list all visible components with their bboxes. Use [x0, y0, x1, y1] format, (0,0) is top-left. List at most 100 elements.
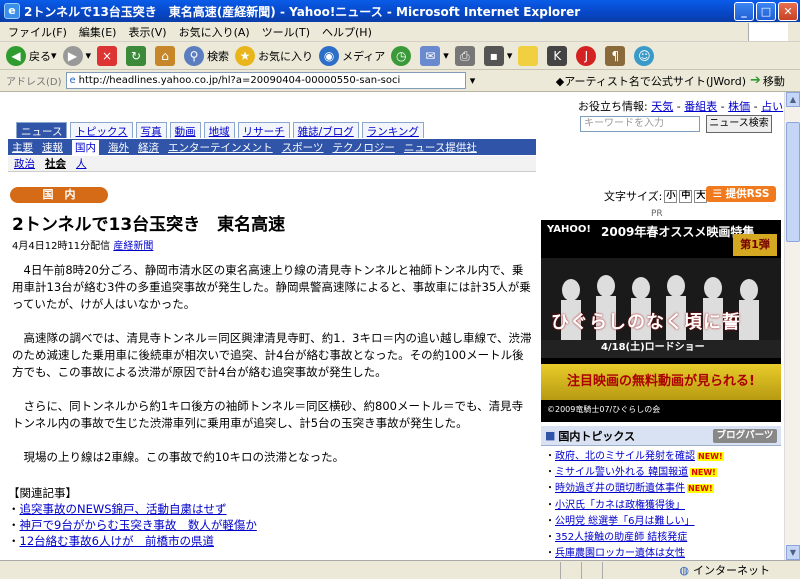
list-item: ・時効過ぎ井の頭切断遺体事件 NEW! — [545, 483, 714, 495]
font-small-button[interactable]: 小 — [664, 189, 678, 203]
messenger-button[interactable]: ☺ — [634, 45, 657, 66]
nav-world[interactable]: 海外 — [108, 140, 129, 155]
history-button[interactable]: ◷ — [391, 45, 414, 66]
menu-file[interactable]: ファイル(F) — [8, 24, 67, 40]
menu-help[interactable]: ヘルプ(H) — [322, 24, 372, 40]
stock-link[interactable]: 株価 — [728, 100, 750, 113]
tab-photo[interactable]: 写真 — [135, 122, 167, 138]
movie-ad-banner[interactable]: YAHOO! 2009年春オススメ映画特集 第1弾 ひぐらしのなく頃に誓 4/1… — [541, 220, 781, 422]
refresh-button[interactable]: ↻ — [126, 45, 149, 66]
source-link[interactable]: 産経新聞 — [113, 241, 153, 252]
subnav-politics[interactable]: 政治 — [14, 156, 35, 171]
tab-topics[interactable]: トピックス — [70, 122, 133, 138]
related-link[interactable]: 追突事故のNEWS錦戸、活動自粛はせず — [20, 502, 227, 516]
topics-header: ■ 国内トピックス ブログパーツ — [541, 426, 781, 446]
topic-link[interactable]: 352人接触の助産師 結核発症 — [555, 532, 687, 543]
nav-providers[interactable]: ニュース提供社 — [404, 140, 477, 155]
maximize-button[interactable]: □ — [756, 1, 776, 21]
weather-link[interactable]: 天気 — [651, 100, 673, 113]
fortune-link[interactable]: 占い — [761, 100, 783, 113]
page-icon: e — [69, 75, 76, 86]
tab-magazine-blog[interactable]: 雑誌/ブログ — [292, 122, 359, 138]
print-button[interactable]: ⎙ — [454, 45, 478, 66]
j-button[interactable]: J — [576, 45, 599, 66]
home-button[interactable]: ⌂ — [155, 45, 178, 66]
address-input[interactable]: e http://headlines.yahoo.co.jp/hl?a=2009… — [65, 72, 466, 89]
nav-entertainment[interactable]: エンターテインメント — [168, 140, 273, 155]
refresh-icon: ↻ — [126, 45, 147, 66]
news-search-input[interactable]: キーワードを入力 — [580, 116, 700, 132]
nav-domestic[interactable]: 国内 — [72, 139, 99, 155]
forward-button[interactable]: ▶ ▾ — [62, 45, 91, 66]
related-link[interactable]: 神戸で9台がからむ玉突き事故 数人が軽傷か — [20, 518, 257, 532]
scroll-down-icon[interactable]: ▼ — [786, 545, 800, 560]
toolbar: ◀ 戻る ▾ ▶ ▾ × ↻ ⌂ ⚲ 検索 ★ お気に入り ◉ メディア ◷ ✉… — [0, 42, 800, 70]
topic-link[interactable]: ミサイル警い外れる 韓国報道 — [555, 467, 688, 478]
media-button[interactable]: ◉ メディア — [319, 45, 385, 66]
list-item: ・小沢氏「カネは政権獲得後」 — [545, 499, 685, 511]
back-button[interactable]: ◀ 戻る ▾ — [6, 45, 57, 66]
helper-links: お役立ち情報: 天気 - 番組表 - 株価 - 占い — [578, 100, 784, 113]
address-dropdown-icon[interactable]: ▾ — [466, 74, 480, 87]
topics-list: ・政府、北のミサイル発射を確認 NEW! ・ミサイル警い外れる 韓国報道 NEW! … — [541, 446, 781, 560]
release-date: 4/18(土)ロードショー — [601, 342, 705, 353]
square-icon: ■ — [545, 429, 556, 442]
jword-search[interactable]: ◆アーティスト名で公式サイト(JWord) — [556, 73, 746, 89]
subnav-society[interactable]: 社会 — [45, 156, 66, 171]
window-title: 2トンネルで13台玉突き 東名高速(産経新聞) - Yahoo!ニュース - M… — [24, 4, 581, 19]
related-articles: 【関連記事】 ・追突事故のNEWS錦戸、活動自粛はせず ・神戸で9台がからむ玉突… — [8, 486, 257, 548]
search-button[interactable]: ⚲ 検索 — [184, 45, 229, 66]
related-link[interactable]: 12台絡む事故6人けが 前橋市の県道 — [20, 534, 214, 548]
article-dateline: 4月4日12時11分配信 産経新聞 — [12, 241, 154, 252]
nav-main[interactable]: 主要 — [12, 140, 33, 155]
note-button[interactable] — [518, 45, 541, 66]
search-icon: ⚲ — [184, 45, 205, 66]
close-button[interactable]: ✕ — [778, 1, 798, 21]
font-medium-button[interactable]: 中 — [679, 189, 693, 203]
list-item: ・兵庫農園ロッカー遺体は女性 — [545, 548, 685, 560]
k-button[interactable]: K — [547, 45, 570, 66]
blog-parts-button[interactable]: ブログパーツ — [713, 428, 777, 443]
topic-link[interactable]: 公明党 総選挙「6月は難しい」 — [555, 516, 695, 527]
go-arrow-icon: ➔ — [750, 73, 761, 88]
topic-link[interactable]: 兵庫農園ロッカー遺体は女性 — [555, 548, 685, 559]
scroll-up-icon[interactable]: ▲ — [786, 92, 800, 107]
ie-window: e 2トンネルで13台玉突き 東名高速(産経新聞) - Yahoo!ニュース -… — [0, 0, 800, 579]
stop-button[interactable]: × — [97, 45, 120, 66]
subnav-people[interactable]: 人 — [76, 156, 87, 171]
menu-edit[interactable]: 編集(E) — [79, 24, 117, 40]
topic-link[interactable]: 小沢氏「カネは政権獲得後」 — [555, 500, 685, 511]
tab-news[interactable]: ニュース — [16, 122, 68, 138]
category-badge: 国 内 — [10, 187, 108, 203]
tab-local[interactable]: 地域 — [203, 122, 235, 138]
scroll-thumb[interactable] — [786, 122, 800, 242]
tv-guide-link[interactable]: 番組表 — [684, 100, 717, 113]
star-icon: ★ — [235, 45, 256, 66]
favorites-button[interactable]: ★ お気に入り — [235, 45, 313, 66]
menu-view[interactable]: 表示(V) — [128, 24, 166, 40]
topic-link[interactable]: 政府、北のミサイル発射を確認 — [555, 451, 695, 462]
list-item: ・政府、北のミサイル発射を確認 NEW! — [545, 451, 724, 462]
tab-video[interactable]: 動画 — [169, 122, 201, 138]
title-bar: e 2トンネルで13台玉突き 東名高速(産経新聞) - Yahoo!ニュース -… — [0, 0, 800, 22]
edit-button[interactable]: ▪ ▾ — [483, 45, 512, 66]
research-button[interactable]: ¶ — [605, 45, 628, 66]
rss-button[interactable]: ☰ 提供RSS — [706, 186, 776, 202]
news-search-button[interactable]: ニュース検索 — [706, 115, 772, 133]
vertical-scrollbar[interactable]: ▲ ▼ — [784, 92, 800, 560]
mail-button[interactable]: ✉ ▾ — [420, 45, 449, 66]
topic-link[interactable]: 時効過ぎ井の頭切断遺体事件 — [555, 483, 685, 494]
minimize-button[interactable]: _ — [734, 1, 754, 21]
globe-icon: ◍ — [679, 563, 689, 577]
tab-research[interactable]: リサーチ — [237, 122, 290, 138]
nav-sports[interactable]: スポーツ — [282, 140, 324, 155]
nav-technology[interactable]: テクノロジー — [332, 140, 394, 155]
nav-breaking[interactable]: 速報 — [42, 140, 63, 155]
article-paragraph: さらに、同トンネルから約1キロ後方の袖師トンネル＝同区横砂、約800メートル＝で… — [12, 399, 524, 430]
menu-tools[interactable]: ツール(T) — [262, 24, 310, 40]
messenger-icon: ☺ — [634, 45, 655, 66]
go-button[interactable]: ➔ 移動 — [750, 72, 800, 89]
nav-economy[interactable]: 経済 — [138, 140, 159, 155]
menu-favorites[interactable]: お気に入り(A) — [179, 24, 250, 40]
tab-ranking[interactable]: ランキング — [361, 122, 424, 138]
